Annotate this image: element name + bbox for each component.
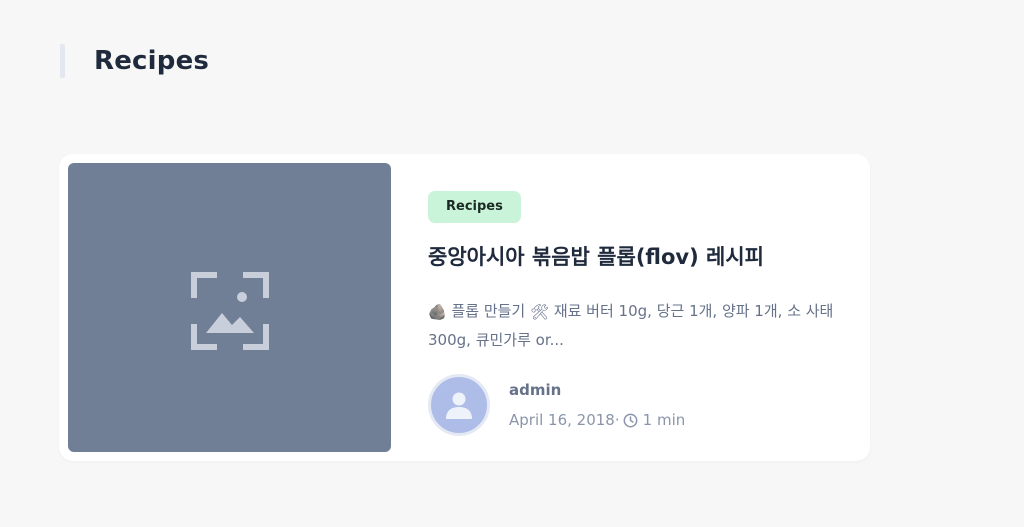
- user-icon: [446, 392, 472, 419]
- avatar[interactable]: [428, 374, 490, 436]
- read-time: 1 min: [642, 411, 686, 429]
- post-excerpt: 🪨 플롭 만들기 🛠 재료 버터 10g, 당근 1개, 양파 1개, 소 사태…: [428, 297, 838, 354]
- post-date: April 16, 2018: [509, 411, 615, 429]
- section-accent-bar: [60, 44, 65, 78]
- post-thumbnail[interactable]: [68, 163, 391, 452]
- post-card[interactable]: Recipes 중앙아시아 볶음밥 플롭(flov) 레시피 🪨 플롭 만들기 …: [59, 154, 870, 461]
- author-row: admin April 16, 2018 · 1 min: [428, 374, 848, 436]
- author-name[interactable]: admin: [509, 381, 685, 399]
- section-header: Recipes: [60, 44, 209, 78]
- post-title[interactable]: 중앙아시아 볶음밥 플롭(flov) 레시피: [428, 241, 848, 271]
- tools-emoji-icon: 🛠: [530, 303, 550, 321]
- image-placeholder-icon: [190, 271, 269, 350]
- post-meta: April 16, 2018 · 1 min: [509, 411, 685, 429]
- excerpt-text-1: 플롭 만들기: [446, 302, 530, 320]
- rock-emoji-icon: 🪨: [428, 303, 447, 321]
- post-body: Recipes 중앙아시아 볶음밥 플롭(flov) 레시피 🪨 플롭 만들기 …: [428, 191, 848, 436]
- page: Recipes Recipes 중앙아시아 볶음밥 플롭(flov) 레시피 🪨…: [0, 0, 1024, 527]
- author-info: admin April 16, 2018 · 1 min: [509, 381, 685, 429]
- category-badge[interactable]: Recipes: [428, 191, 521, 223]
- section-title: Recipes: [94, 46, 210, 76]
- meta-separator: ·: [614, 411, 620, 429]
- clock-icon: [623, 413, 638, 427]
